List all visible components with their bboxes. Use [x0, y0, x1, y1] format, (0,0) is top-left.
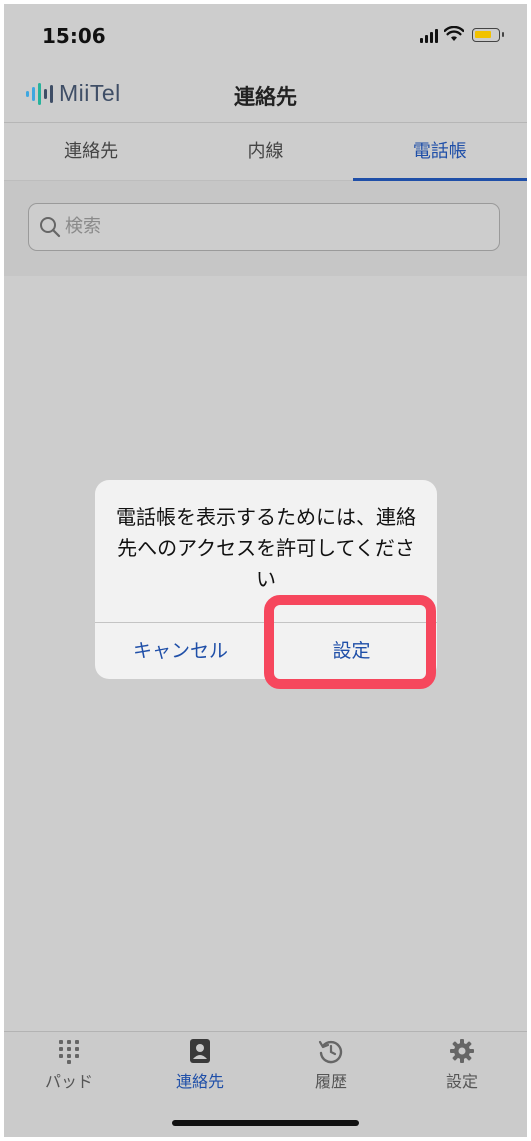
search-box[interactable] [28, 203, 500, 251]
search-input[interactable] [65, 204, 485, 249]
tabbar-item-contacts[interactable]: 連絡先 [135, 1038, 265, 1092]
contacts-icon [190, 1039, 210, 1063]
status-bar: 15:06 [4, 4, 527, 66]
cancel-button[interactable]: キャンセル [95, 623, 266, 679]
tab-contacts[interactable]: 連絡先 [4, 123, 178, 180]
tabbar-label: 連絡先 [175, 1072, 224, 1091]
home-indicator[interactable] [172, 1120, 359, 1126]
app-header: MiiTel 連絡先 [4, 66, 527, 123]
search-icon [40, 217, 61, 238]
history-icon [318, 1040, 343, 1064]
tabbar-item-pad[interactable]: パッド [4, 1038, 134, 1092]
gear-icon [450, 1039, 474, 1063]
tab-extension[interactable]: 内線 [178, 123, 352, 180]
tabbar-item-settings[interactable]: 設定 [397, 1038, 527, 1092]
tabbar-label: 設定 [445, 1072, 478, 1091]
wifi-icon [444, 26, 464, 41]
tabbar-label: パッド [44, 1072, 93, 1091]
search-area [4, 181, 527, 276]
tabbar-label: 履歴 [314, 1072, 347, 1091]
battery-icon [472, 28, 504, 42]
highlight-annotation [264, 595, 436, 689]
page-title: 連絡先 [234, 85, 297, 109]
status-time: 15:06 [42, 24, 106, 48]
tab-phonebook[interactable]: 電話帳 [352, 123, 527, 181]
cellular-signal-icon [420, 29, 438, 43]
tabbar-item-history[interactable]: 履歴 [266, 1038, 396, 1092]
dialog-message: 電話帳を表示するためには、連絡先へのアクセスを許可してください [116, 505, 416, 591]
keypad-icon [59, 1040, 79, 1064]
screen: 15:06 MiiTel 連絡先 連絡先 内線 電話帳 検索 電話帳を表示するた… [4, 4, 527, 1137]
contacts-tabs: 連絡先 内線 電話帳 [4, 123, 527, 181]
